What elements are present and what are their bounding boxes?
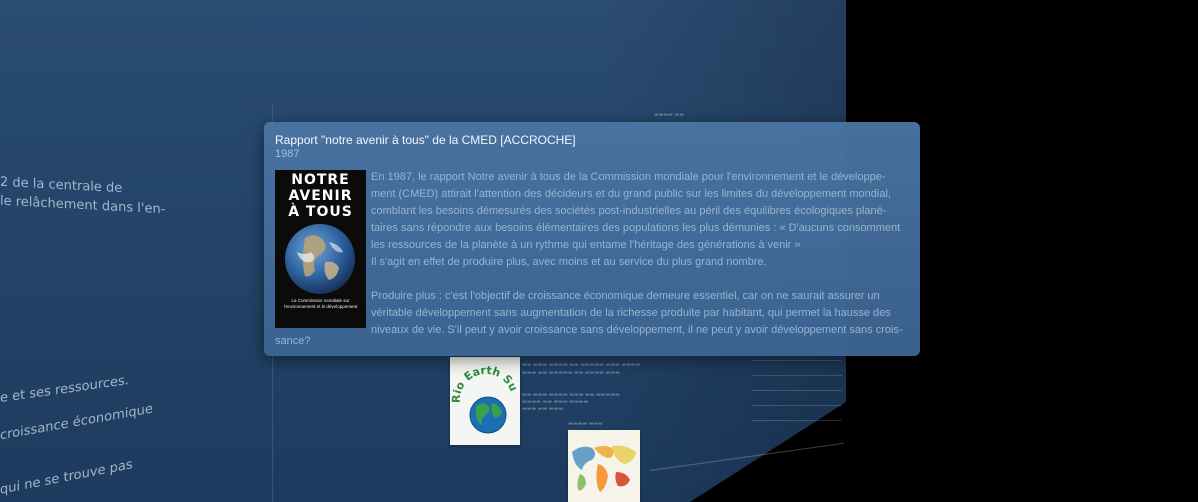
cover-title-line: AVENIR bbox=[288, 188, 353, 204]
timeline-stage: 2 de la centrale de le relâchement dans … bbox=[0, 0, 1198, 502]
cover-title-line: À TOUS bbox=[288, 204, 353, 220]
card-year: 1987 bbox=[275, 148, 300, 160]
faint-text-block: ▬▬▬ ▬▬ ▬▬▬▬▬ ▬▬ ▬▬▬▬ ▬▬▬ bbox=[522, 370, 620, 376]
cover-title-line: NOTRE bbox=[291, 172, 350, 188]
world-map-thumbnail[interactable] bbox=[568, 430, 640, 502]
description-line: les ressources de la planète à un rythme… bbox=[371, 239, 801, 251]
cover-title: NOTRE AVENIR À TOUS bbox=[275, 172, 366, 220]
book-cover-image[interactable]: NOTRE AVENIR À TOUS La Commission mondia… bbox=[275, 170, 366, 328]
description-line: niveaux de vie. S'il peut y avoir croiss… bbox=[371, 324, 903, 336]
description-line: Produire plus : c'est l'objectif de croi… bbox=[371, 290, 880, 302]
description-line-tail: sance? bbox=[275, 335, 311, 347]
faint-side-rows bbox=[752, 360, 842, 435]
event-detail-card[interactable]: Rapport "notre avenir à tous" de la CMED… bbox=[264, 122, 920, 356]
world-map-image bbox=[568, 430, 640, 502]
description-line: Il s'agit en effet de produire plus, ave… bbox=[371, 256, 767, 268]
description-line: ment (CMED) attirait l'attention des déc… bbox=[371, 188, 891, 200]
faint-text-block: ▬▬▬ ▬▬ ▬▬▬ bbox=[522, 406, 563, 412]
faint-text-block: ▬▬▬▬ ▬▬ bbox=[654, 112, 684, 118]
description-line: véritable développement sans augmentatio… bbox=[371, 307, 891, 319]
faint-text-block: ▬▬ ▬▬▬ ▬▬▬▬ ▬▬▬ ▬▬ ▬▬▬▬▬ bbox=[522, 392, 620, 398]
card-title: Rapport "notre avenir à tous" de la CMED… bbox=[275, 133, 576, 147]
cover-subtitle-line: l'environnement et le développement bbox=[283, 303, 358, 309]
rio-earth-summit-thumbnail[interactable]: Rio Earth Summit 1992 bbox=[450, 357, 520, 445]
cover-subtitle: La Commission mondiale sur l'environneme… bbox=[277, 298, 364, 309]
description-line: comblant les besoins démesurés des socié… bbox=[371, 205, 887, 217]
card-description: En 1987, le rapport Notre avenir à tous … bbox=[371, 169, 907, 339]
description-line: taires sans répondre aux besoins élément… bbox=[371, 222, 901, 234]
faint-text-block: ▬▬ ▬▬▬ ▬▬▬▬ ▬▬ ▬▬▬▬▬ ▬▬▬ ▬▬▬▬ bbox=[522, 362, 641, 368]
faint-text-block: ▬▬▬▬ ▬▬▬ bbox=[568, 421, 603, 427]
description-line: En 1987, le rapport Notre avenir à tous … bbox=[371, 171, 886, 183]
rio-earth-summit-logo: Rio Earth Summit 1992 bbox=[450, 357, 520, 445]
earth-globe-icon bbox=[285, 224, 355, 294]
faint-text-block: ▬▬▬▬ ▬▬ ▬▬▬ ▬▬▬▬ bbox=[522, 399, 589, 405]
